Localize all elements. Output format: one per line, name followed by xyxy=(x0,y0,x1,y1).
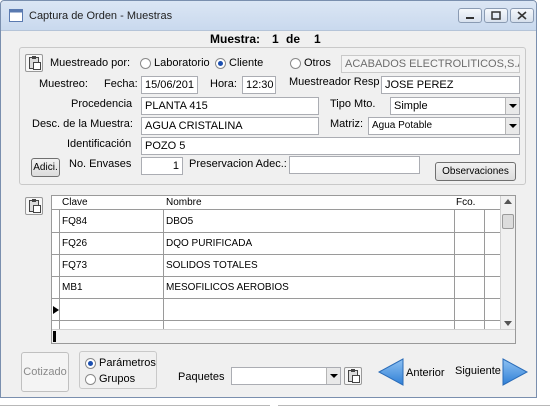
paquetes-label: Paquetes xyxy=(178,371,225,383)
scroll-up-icon[interactable] xyxy=(504,199,512,204)
no-envases-label: No. Envases xyxy=(69,158,132,170)
cell-nombre: SOLIDOS TOTALES xyxy=(166,260,258,271)
radio-parametros[interactable] xyxy=(85,358,96,369)
procedencia-field[interactable]: PLANTA 415 xyxy=(141,97,319,115)
table-row-new[interactable] xyxy=(52,299,500,321)
column-header-nombre[interactable]: Nombre xyxy=(166,197,202,208)
de-label: de xyxy=(286,32,301,46)
cell-clave: FQ26 xyxy=(62,238,88,249)
radio-laboratorio[interactable] xyxy=(140,58,151,69)
no-envases-field[interactable]: 1 xyxy=(141,157,183,175)
cell-clave: MB1 xyxy=(62,282,83,293)
procedencia-label: Procedencia xyxy=(71,98,133,110)
muestreador-field[interactable]: JOSE PEREZ xyxy=(381,76,520,94)
tipo-mto-value: Simple xyxy=(394,100,428,112)
cell-nombre: DBO5 xyxy=(166,216,194,227)
desc-muestra-label: Desc. de la Muestra: xyxy=(32,118,133,130)
desc-muestra-field[interactable]: AGUA CRISTALINA xyxy=(141,117,319,135)
muestreador-label: Muestreador Resp xyxy=(289,76,380,88)
scroll-thumb[interactable] xyxy=(502,214,514,229)
app-icon xyxy=(9,9,23,22)
parameters-grid: Clave Nombre Fco. FQ84 DBO5 FQ26 DQO PUR… xyxy=(51,195,516,344)
chevron-down-icon[interactable] xyxy=(505,118,519,134)
clipboard-icon xyxy=(348,369,360,383)
fecha-field[interactable]: 15/06/201 xyxy=(141,76,198,94)
arrow-right-icon xyxy=(502,358,529,386)
title-bar: Captura de Orden - Muestras xyxy=(1,1,536,31)
radio-otros[interactable] xyxy=(290,58,301,69)
cell-nombre: MESOFILICOS AEROBIOS xyxy=(166,282,289,293)
scroll-down-icon[interactable] xyxy=(504,321,512,326)
radio-grupos-label: Grupos xyxy=(99,373,136,385)
bottom-divider xyxy=(278,405,550,406)
muestra-label: Muestra: xyxy=(210,32,261,46)
matriz-label: Matriz: xyxy=(330,118,363,130)
chevron-down-icon[interactable] xyxy=(505,98,519,114)
row-pointer-icon xyxy=(53,306,59,314)
table-row[interactable]: FQ73 SOLIDOS TOTALES xyxy=(52,255,500,277)
scroll-position-marker[interactable] xyxy=(53,331,56,342)
paquetes-select[interactable] xyxy=(231,367,341,385)
column-header-clave[interactable]: Clave xyxy=(62,197,88,208)
preservacion-label: Preservacion Adec.: xyxy=(189,158,287,170)
tipo-mto-select[interactable]: Simple xyxy=(390,97,520,115)
clipboard-button[interactable] xyxy=(25,54,43,72)
anterior-label: Anterior xyxy=(406,367,445,379)
minimize-button[interactable] xyxy=(458,8,482,23)
radio-cliente-label: Cliente xyxy=(229,57,264,69)
grid-vertical-scrollbar[interactable] xyxy=(500,196,515,330)
preservacion-field[interactable] xyxy=(289,156,420,174)
close-icon xyxy=(517,11,527,20)
muestreo-label: Muestreo: xyxy=(39,78,88,90)
table-row[interactable]: FQ84 DBO5 xyxy=(52,211,500,233)
muestreado-por-label: Muestreado por: xyxy=(50,57,131,69)
muestra-total: 1 xyxy=(314,32,321,46)
identificacion-field[interactable]: POZO 5 xyxy=(141,137,520,155)
cell-clave: FQ84 xyxy=(62,216,88,227)
otros-field[interactable]: ACABADOS ELECTROLITICOS,S.A. D xyxy=(341,55,520,73)
main-window: Captura de Orden - Muestras Muestra: 1 d… xyxy=(0,0,537,398)
identificacion-label: Identificación xyxy=(67,138,132,150)
matriz-value: Agua Potable xyxy=(372,120,433,131)
paquetes-clipboard-button[interactable] xyxy=(344,367,362,385)
anterior-button[interactable]: Anterior xyxy=(377,357,447,387)
cotizado-button[interactable]: Cotizado xyxy=(21,352,69,392)
observaciones-button[interactable]: Observaciones xyxy=(435,162,516,181)
clipboard-icon xyxy=(29,199,41,213)
close-button[interactable] xyxy=(510,8,534,23)
radio-otros-label: Otros xyxy=(304,57,331,69)
table-row[interactable]: MB1 MESOFILICOS AEROBIOS xyxy=(52,277,500,299)
fecha-label: Fecha: xyxy=(104,78,138,90)
bottom-divider xyxy=(0,405,270,406)
maximize-button[interactable] xyxy=(484,8,508,23)
table-row[interactable]: FQ26 DQO PURIFICADA xyxy=(52,233,500,255)
window-title: Captura de Orden - Muestras xyxy=(29,10,173,22)
matriz-select[interactable]: Agua Potable xyxy=(368,117,520,135)
tipo-mto-label: Tipo Mto. xyxy=(330,98,376,110)
adici-button[interactable]: Adici. xyxy=(31,158,60,177)
hora-field[interactable]: 12:30 xyxy=(242,76,276,94)
siguiente-label: Siguiente xyxy=(455,365,501,377)
minimize-icon xyxy=(466,17,474,19)
cell-nombre: DQO PURIFICADA xyxy=(166,238,253,249)
radio-cliente[interactable] xyxy=(215,58,226,69)
cell-clave: FQ73 xyxy=(62,260,88,271)
clipboard-icon xyxy=(29,56,41,70)
chevron-down-icon[interactable] xyxy=(326,368,340,384)
arrow-left-icon xyxy=(377,358,404,386)
siguiente-button[interactable]: Siguiente xyxy=(453,357,529,387)
radio-grupos[interactable] xyxy=(85,374,96,385)
maximize-icon xyxy=(491,11,501,20)
muestra-number: 1 xyxy=(272,32,279,46)
radio-parametros-label: Parámetros xyxy=(99,357,156,369)
hora-label: Hora: xyxy=(210,78,237,90)
grid-horizontal-scrollbar[interactable] xyxy=(52,329,515,343)
column-header-fco[interactable]: Fco. xyxy=(456,197,475,208)
grid-header: Clave Nombre Fco. xyxy=(52,196,500,210)
grid-clipboard-button[interactable] xyxy=(25,197,43,215)
radio-laboratorio-label: Laboratorio xyxy=(154,57,210,69)
